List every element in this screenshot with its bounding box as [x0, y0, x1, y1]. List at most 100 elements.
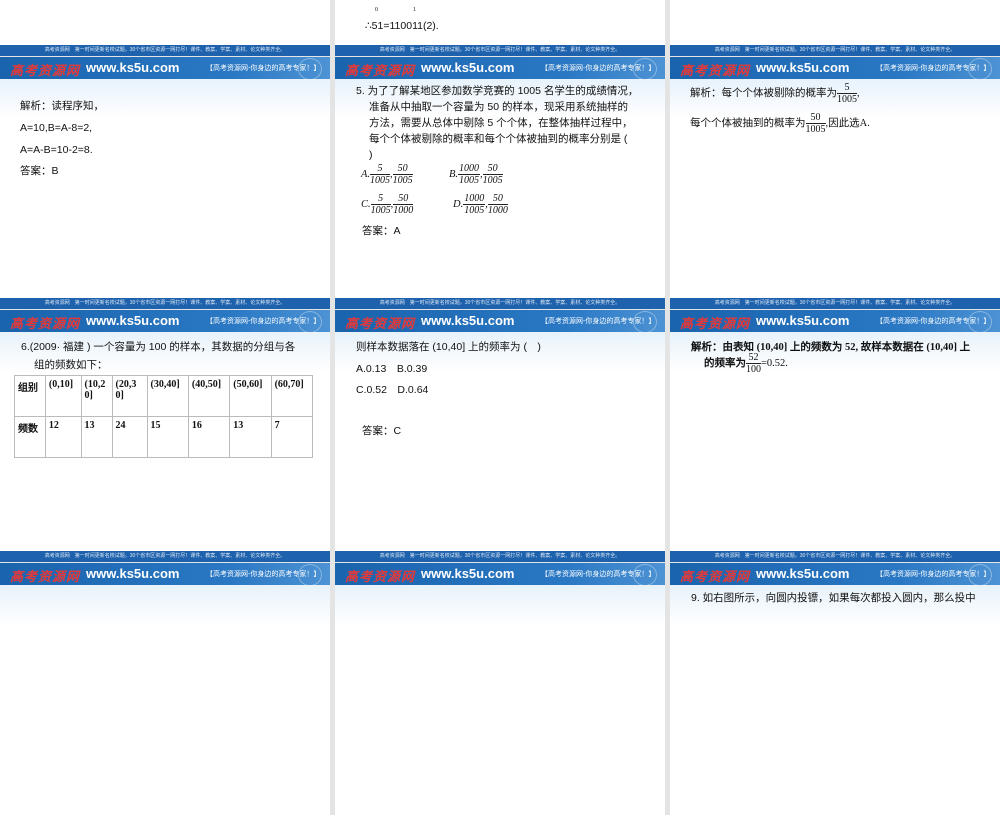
table-row: 频数 12 13 24 15 16 13 7: [14, 416, 314, 458]
answer: 答案：C: [362, 425, 402, 437]
slide-footer: 高考资源网 第一时间更新名校试题，30个省市区资源一网打尽！课件、教案、学案、素…: [335, 45, 665, 56]
brand-logo: 高考资源网: [345, 570, 416, 585]
table-cell: 13: [229, 416, 272, 458]
slide-header: 高考资源网 www.ks5u.com 【高考资源网-你身边的高考专家！】: [335, 563, 665, 586]
table-cell: 频数: [14, 416, 46, 458]
options-line: A.0.13 B.0.39: [356, 363, 428, 375]
table-cell: (50,60]: [229, 375, 272, 417]
table-cell: 13: [80, 416, 113, 458]
slide-content: 5. 为了了解某地区参加数学竞赛的 1005 名学生的成绩情况， 准备从中抽取一…: [335, 79, 665, 297]
slide-footer: 高考资源网 第一时间更新名校试题，30个省市区资源一网打尽！课件、教案、学案、素…: [335, 551, 665, 562]
text-line: A=10,B=A-8=2,: [20, 122, 93, 134]
swirl-icon: [633, 311, 657, 333]
slide-content: [670, 0, 1000, 44]
frequency-table: 组别 (0,10] (10,20] (20,30] (30,40] (40,50] (50,…: [14, 375, 314, 458]
slide-footer: 高考资源网 第一时间更新名校试题，30个省市区资源一网打尽！课件、教案、学案、素…: [0, 551, 330, 562]
slide-header: 高考资源网 www.ks5u.com 【高考资源网-你身边的高考专家！】: [335, 310, 665, 333]
text-line: A=A-B=10-2=8.: [20, 144, 93, 156]
slide-prev-3[interactable]: 高考资源网 第一时间更新名校试题，30个省市区资源一网打尽！课件、教案、学案、素…: [670, 0, 1000, 56]
slide-1[interactable]: 高考资源网 www.ks5u.com 【高考资源网-你身边的高考专家！】 解析：读程…: [0, 57, 330, 309]
slide-content: 则样本数据落在 (10,40] 上的频率为 ( ) A.0.13 B.0.39 …: [335, 332, 665, 550]
table-cell: (20,30]: [111, 375, 148, 417]
slide-5[interactable]: 高考资源网 www.ks5u.com 【高考资源网-你身边的高考专家！】 则样本数据…: [335, 310, 665, 562]
table-cell: (40,50]: [187, 375, 231, 417]
table-cell: (30,40]: [146, 375, 189, 417]
brand-logo: 高考资源网: [10, 317, 81, 332]
slide-content: 6.(2009· 福建 ) 一个容量为 100 的样本，其数据的分组与各 组的频…: [0, 332, 330, 550]
slide-content: [0, 585, 330, 803]
option-c: C. 5 1005, 50 1000: [361, 193, 414, 216]
slide-header: 高考资源网 www.ks5u.com 【高考资源网-你身边的高考专家！】: [0, 563, 330, 586]
swirl-icon: [633, 564, 657, 586]
slide-prev-2[interactable]: 0 1 ∴51=110011(2). 高考资源网 第一时间更新名校试题，30个省…: [335, 0, 665, 56]
slide-footer: 高考资源网 第一时间更新名校试题，30个省市区资源一网打尽！课件、教案、学案、素…: [670, 45, 1000, 56]
slide-content: [0, 0, 330, 44]
brand-logo: 高考资源网: [345, 317, 416, 332]
question-line: 每个个体被剔除的概率和每个个体被抽到的概率分别是 (: [369, 133, 628, 145]
question-line: 准备从中抽取一个容量为 50 的样本，现采用系统抽样的: [369, 101, 629, 113]
slide-header: 高考资源网 www.ks5u.com 【高考资源网-你身边的高考专家！】: [0, 57, 330, 80]
slide-content: [335, 585, 665, 803]
question-line: 组的频数如下：: [34, 359, 108, 371]
slide-content: 解析：读程序知， A=10,B=A-8=2, A=A-B=10-2=8. 答案：…: [0, 79, 330, 297]
slide-footer: 高考资源网 第一时间更新名校试题，30个省市区资源一网打尽！课件、教案、学案、素…: [0, 45, 330, 56]
slide-content: 9. 如右图所示，向圆内投镖，如果每次都投入圆内，那么投中: [670, 585, 1000, 803]
option-d: D. 1000 1005, 50 1000: [453, 193, 508, 216]
swirl-icon: [298, 564, 322, 586]
table-cell: 组别: [14, 375, 46, 417]
answer: 答案：B: [20, 165, 59, 177]
question-line: ): [369, 149, 373, 161]
swirl-icon: [968, 311, 992, 333]
slide-header: 高考资源网 www.ks5u.com 【高考资源网-你身边的高考专家！】: [670, 57, 1000, 80]
slide-9[interactable]: 高考资源网 www.ks5u.com 【高考资源网-你身边的高考专家！】 9. 如右…: [670, 563, 1000, 815]
answer: 答案：A: [362, 225, 401, 237]
slide-header: 高考资源网 www.ks5u.com 【高考资源网-你身边的高考专家！】: [670, 563, 1000, 586]
brand-logo: 高考资源网: [345, 64, 416, 79]
question-line: 5. 为了了解某地区参加数学竞赛的 1005 名学生的成绩情况，: [356, 85, 639, 97]
slide-footer: 高考资源网 第一时间更新名校试题，30个省市区资源一网打尽！课件、教案、学案、素…: [335, 298, 665, 309]
brand-url: www.ks5u.com: [756, 313, 850, 328]
option-a: A. 5 1005, 50 1005: [361, 163, 413, 186]
slide-content: 解析：由表知 (10,40] 上的频数为 52, 故样本数据在 (10,40] …: [670, 332, 1000, 550]
solution-line: 的频率为 52 100 =0.52.: [704, 352, 788, 375]
text-line: 解析：读程序知，: [20, 100, 104, 112]
slide-content: 0 1 ∴51=110011(2).: [335, 0, 665, 44]
solution-line: 解析：每个个体被剔除的概率为 5 1005,: [690, 82, 860, 105]
brand-url: www.ks5u.com: [421, 313, 515, 328]
question-line: 方法，需要从总体中剔除 5 个个体，在整体抽样过程中，: [369, 117, 633, 129]
brand-url: www.ks5u.com: [421, 566, 515, 581]
swirl-icon: [298, 58, 322, 80]
brand-url: www.ks5u.com: [86, 313, 180, 328]
table-cell: 16: [187, 416, 231, 458]
brand-logo: 高考资源网: [680, 64, 751, 79]
slide-3[interactable]: 高考资源网 www.ks5u.com 【高考资源网-你身边的高考专家！】 解析：每个…: [670, 57, 1000, 309]
swirl-icon: [968, 58, 992, 80]
table-cell: 12: [44, 416, 82, 458]
slide-prev-1[interactable]: 高考资源网 第一时间更新名校试题，30个省市区资源一网打尽！课件、教案、学案、素…: [0, 0, 330, 56]
table-row: 组别 (0,10] (10,20] (20,30] (30,40] (40,50] (50,…: [14, 375, 314, 417]
slide-7[interactable]: 高考资源网 www.ks5u.com 【高考资源网-你身边的高考专家！】: [0, 563, 330, 815]
slide-2[interactable]: 高考资源网 www.ks5u.com 【高考资源网-你身边的高考专家！】 5. 为了…: [335, 57, 665, 309]
swirl-icon: [968, 564, 992, 586]
slide-content: 解析：每个个体被剔除的概率为 5 1005, 每个个体被抽到的概率为 50 1005 ,因…: [670, 79, 1000, 297]
swirl-icon: [298, 311, 322, 333]
brand-logo: 高考资源网: [10, 570, 81, 585]
table-cell: 7: [270, 416, 314, 458]
solution-line: 每个个体被抽到的概率为 50 1005 ,因此选A.: [690, 112, 870, 135]
swirl-icon: [633, 58, 657, 80]
table-cell: (60,70]: [270, 375, 314, 417]
table-cell: 24: [111, 416, 148, 458]
brand-logo: 高考资源网: [680, 317, 751, 332]
slide-8[interactable]: 高考资源网 www.ks5u.com 【高考资源网-你身边的高考专家！】: [335, 563, 665, 815]
option-b: B. 1000 1005, 50 1005: [449, 163, 503, 186]
slide-header: 高考资源网 www.ks5u.com 【高考资源网-你身边的高考专家！】: [0, 310, 330, 333]
table-cell: (10,20]: [80, 375, 113, 417]
slide-6[interactable]: 高考资源网 www.ks5u.com 【高考资源网-你身边的高考专家！】 解析：由表…: [670, 310, 1000, 562]
options-line: C.0.52 D.0.64: [356, 384, 429, 396]
brand-url: www.ks5u.com: [86, 60, 180, 75]
slide-4[interactable]: 高考资源网 www.ks5u.com 【高考资源网-你身边的高考专家！】 6.(20…: [0, 310, 330, 562]
brand-url: www.ks5u.com: [86, 566, 180, 581]
brand-url: www.ks5u.com: [421, 60, 515, 75]
brand-logo: 高考资源网: [10, 64, 81, 79]
result-line: ∴51=110011(2).: [365, 20, 439, 32]
